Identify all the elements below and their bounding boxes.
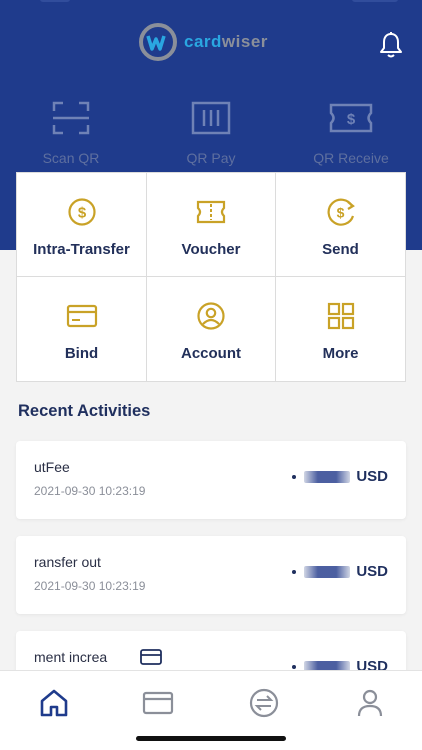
status-icons [352,0,398,2]
activity-currency: USD [356,563,388,580]
service-label: Voucher [181,241,241,258]
activity-title: utFee [34,459,70,475]
amount-redacted [304,470,351,483]
activity-date: 2021-09-30 10:23:19 [34,579,146,593]
activity-item[interactable]: ransfer out 2021-09-30 10:23:19 USD [16,536,406,614]
quick-action-label: QR Pay [186,150,236,166]
activity-title: ransfer out [34,554,101,570]
activity-title: ment increa [34,649,108,665]
profile-icon[interactable] [354,687,386,719]
amount-sign [292,569,297,574]
service-send[interactable]: $ Send [276,173,405,277]
home-indicator [136,736,286,741]
service-more[interactable]: More [276,277,405,381]
grid-icon [327,302,354,330]
brand-name: cardwiser [184,32,268,52]
card-icon [140,649,162,665]
qr-receive-icon: $ [329,103,373,133]
voucher-icon [196,200,226,224]
quick-action-label: Scan QR [42,150,100,166]
activity-item[interactable]: utFee 2021-09-30 10:23:19 USD [16,441,406,519]
quick-action-qr-pay[interactable]: QR Pay [141,100,281,166]
service-label: Send [322,241,359,258]
svg-text:$: $ [336,205,344,221]
amount-sign [292,664,297,669]
service-bind[interactable]: Bind [17,277,147,381]
service-intra-transfer[interactable]: $ Intra-Transfer [17,173,147,277]
service-account[interactable]: Account [147,277,276,381]
service-voucher[interactable]: Voucher [147,173,276,277]
activity-amount: USD [292,563,388,580]
quick-action-scan-qr[interactable]: Scan QR [1,100,141,166]
brand-name-part-b: wiser [221,32,268,51]
home-icon[interactable] [38,687,70,719]
qr-pay-icon [191,101,231,135]
services-grid: $ Intra-Transfer Voucher $ Send Bind Acc… [16,172,406,382]
scan-qr-icon [52,101,90,135]
svg-text:$: $ [77,205,86,222]
service-label: Intra-Transfer [33,241,130,258]
quick-action-qr-receive[interactable]: $ QR Receive [281,100,421,166]
amount-redacted [304,565,351,578]
notification-bell-icon[interactable] [378,31,404,59]
quick-action-label: QR Receive [313,150,389,166]
brand-logo: cardwiser [138,22,268,62]
service-label: More [322,345,359,362]
send-money-icon: $ [327,198,355,226]
card-icon [66,304,97,328]
dollar-coin-icon: $ [67,198,96,226]
activity-currency: USD [356,468,388,485]
amount-sign [292,474,297,479]
recent-activities-title: Recent Activities [18,402,151,420]
user-circle-icon [197,302,225,330]
brand-name-part-a: card [184,32,222,51]
status-time [40,0,70,2]
card-icon[interactable] [142,687,174,719]
status-bar [0,0,422,8]
activity-amount: USD [292,468,388,485]
service-label: Account [181,345,241,362]
service-label: Bind [64,345,99,362]
svg-text:$: $ [347,111,356,128]
cardwiser-logo-icon [139,23,177,61]
activity-date: 2021-09-30 10:23:19 [34,484,146,498]
exchange-icon[interactable] [248,687,280,719]
